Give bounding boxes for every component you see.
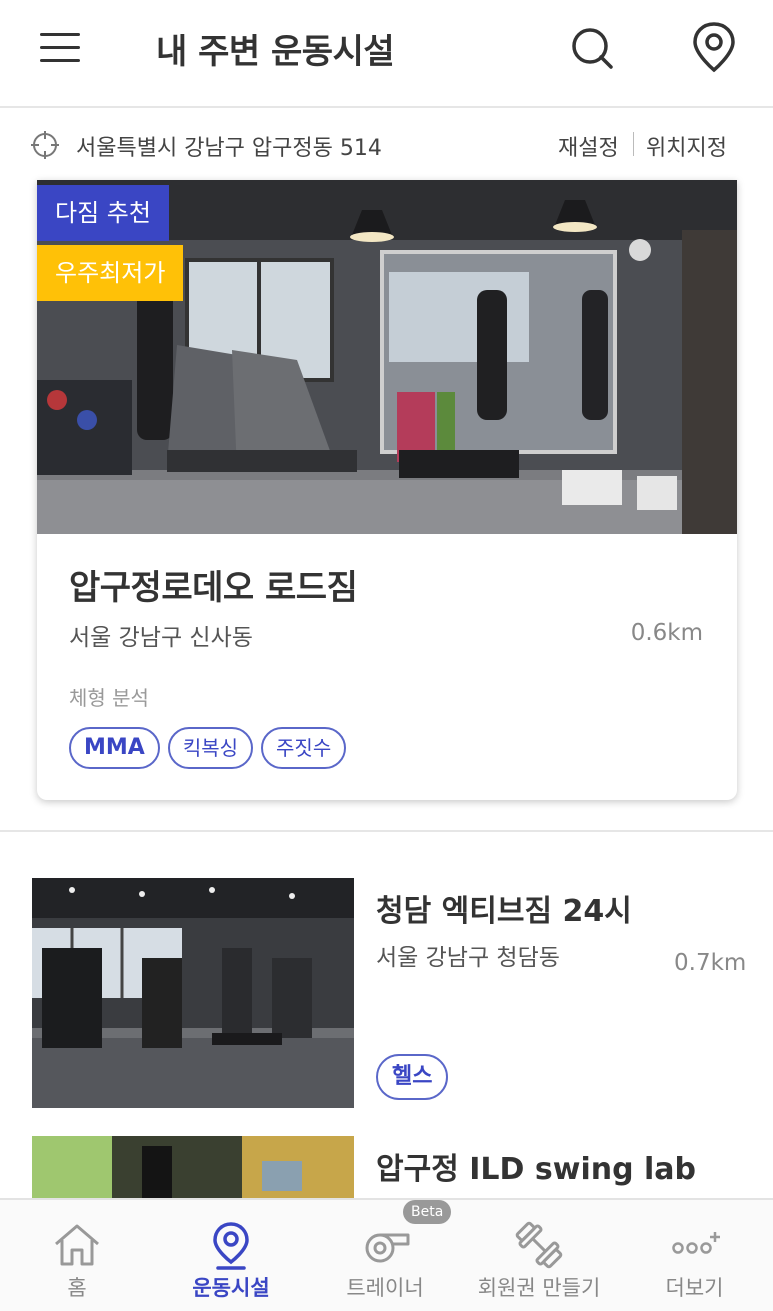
app-header: 내 주변 운동시설 — [0, 0, 773, 108]
gym-list-item[interactable]: 압구정 ILD swing lab — [32, 1136, 752, 1198]
hamburger-menu-icon[interactable] — [36, 28, 84, 68]
crosshair-icon — [30, 130, 60, 160]
lowest-price-badge: 우주최저가 — [37, 245, 184, 301]
home-icon — [50, 1218, 104, 1272]
gym-photo — [32, 1136, 354, 1198]
location-bar: 서울특별시 강남구 압구정동 514 재설정 위치지정 — [0, 110, 773, 178]
gym-distance: 0.6km — [630, 620, 703, 646]
nav-label: 홈 — [67, 1276, 87, 1300]
tag-chip[interactable]: 킥복싱 — [167, 727, 254, 769]
gym-name: 압구정 ILD swing lab — [376, 1152, 697, 1187]
recommended-badge: 다짐 추천 — [37, 185, 169, 241]
divider — [633, 132, 634, 156]
nav-home[interactable]: 홈 — [0, 1200, 154, 1311]
nav-label: 운동시설 — [192, 1276, 270, 1300]
nav-label: 더보기 — [665, 1276, 724, 1300]
beta-badge: Beta — [403, 1200, 452, 1224]
bottom-navigation: 홈 운동시설 트레이너 회원권 만들기 더보기 — [0, 1198, 773, 1311]
tag-list: MMA 킥복싱 주짓수 — [69, 727, 347, 769]
more-icon — [668, 1218, 722, 1272]
gym-distance: 0.7km — [674, 950, 747, 976]
search-icon[interactable] — [566, 22, 618, 74]
gym-photo — [32, 878, 354, 1108]
gym-area: 서울 강남구 신사동 — [69, 625, 253, 651]
nav-facilities[interactable]: 운동시설 — [154, 1200, 308, 1311]
whistle-icon — [358, 1218, 412, 1272]
featured-gym-card[interactable]: 다짐 추천 우주최저가 압구정로데오 로드짐 서울 강남구 신사동 0.6km … — [37, 180, 737, 800]
location-pin-icon — [204, 1218, 258, 1272]
page-title: 내 주변 운동시설 — [156, 32, 395, 72]
gym-extra-service: 체형 분석 — [69, 686, 149, 710]
tag-chip[interactable]: MMA — [69, 727, 160, 769]
nav-membership[interactable]: 회원권 만들기 — [462, 1200, 616, 1311]
gym-list-item[interactable]: 청담 엑티브짐 24시 서울 강남구 청담동 0.7km 헬스 — [32, 878, 752, 1110]
nav-label: 트레이너 — [346, 1276, 424, 1300]
dumbbell-icon — [512, 1218, 566, 1272]
reset-location-button[interactable]: 재설정 — [558, 130, 619, 162]
section-divider — [0, 830, 773, 832]
current-address: 서울특별시 강남구 압구정동 514 — [76, 136, 382, 161]
nav-more[interactable]: 더보기 — [616, 1200, 773, 1311]
gym-name: 압구정로데오 로드짐 — [69, 568, 358, 608]
gym-name: 청담 엑티브짐 24시 — [376, 894, 632, 929]
tag-chip[interactable]: 헬스 — [376, 1054, 449, 1100]
gym-area: 서울 강남구 청담동 — [376, 945, 560, 971]
tag-chip[interactable]: 주짓수 — [261, 727, 347, 769]
set-location-button[interactable]: 위치지정 — [646, 130, 727, 162]
map-pin-icon[interactable] — [688, 20, 740, 76]
nav-label: 회원권 만들기 — [477, 1276, 601, 1300]
